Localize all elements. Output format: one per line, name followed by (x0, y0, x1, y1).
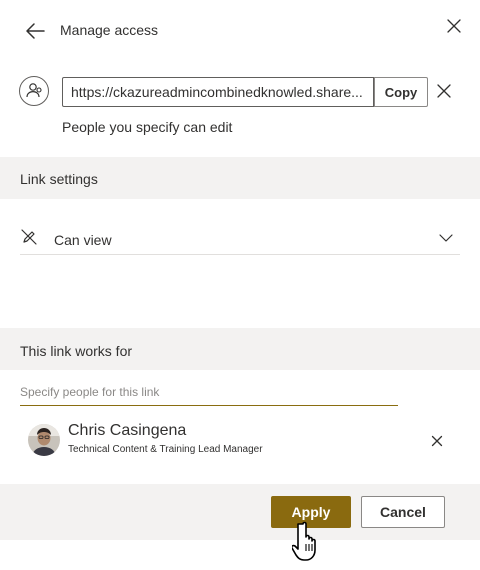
remove-link-icon[interactable] (436, 83, 452, 99)
link-settings-header: Link settings (0, 157, 480, 199)
cancel-button[interactable]: Cancel (361, 496, 445, 528)
permission-dropdown[interactable]: Can view (20, 226, 460, 255)
permission-summary: People you specify can edit (62, 119, 233, 135)
permission-option-label: Can view (54, 232, 112, 248)
person-title: Technical Content & Training Lead Manage… (68, 444, 263, 455)
panel-title: Manage access (60, 22, 159, 38)
hand-cursor-icon (290, 520, 326, 564)
pencil-slash-icon (20, 228, 38, 246)
specify-people-input[interactable] (20, 378, 398, 406)
chevron-down-icon (438, 230, 454, 246)
people-link-icon (19, 76, 49, 106)
audience-header: This link works for (0, 328, 480, 370)
close-icon[interactable] (444, 16, 464, 36)
share-link-field[interactable]: https://ckazureadmincombinedknowled.shar… (62, 77, 374, 107)
avatar (28, 424, 60, 456)
remove-person-icon[interactable] (431, 434, 443, 447)
back-arrow-icon[interactable] (24, 20, 46, 42)
person-name: Chris Casingena (68, 422, 187, 439)
copy-button[interactable]: Copy (374, 77, 428, 107)
link-settings-label: Link settings (20, 171, 98, 187)
audience-label: This link works for (20, 343, 133, 359)
